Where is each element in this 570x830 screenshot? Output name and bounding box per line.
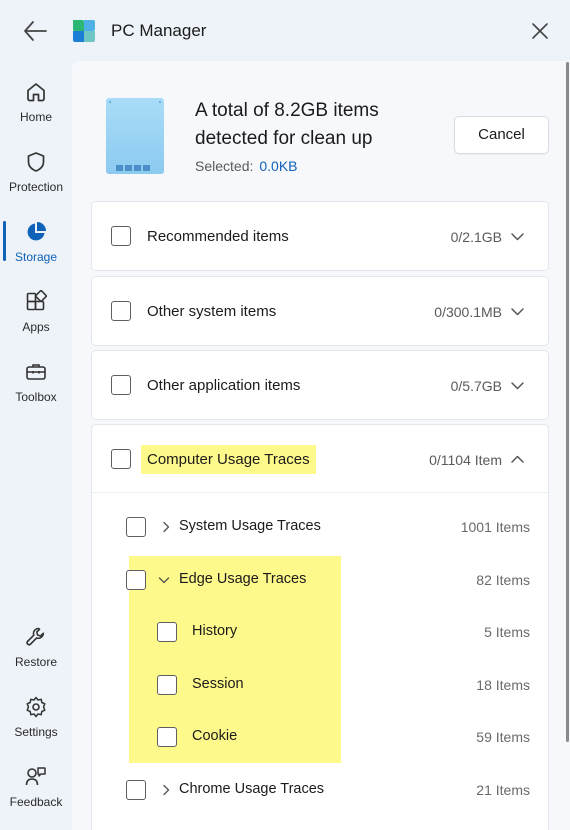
list-item-edge-usage-traces[interactable]: Edge Usage Traces 82 Items [92,554,550,606]
item-checkbox[interactable] [126,517,146,537]
highlight-marker: Computer Usage Traces [141,445,316,474]
chevron-right-icon[interactable] [160,784,172,796]
item-checkbox[interactable] [157,622,177,642]
feedback-icon [25,767,46,786]
pie-chart-icon [27,222,46,241]
sidebar-item-feedback[interactable]: Feedback [0,765,72,827]
category-header[interactable]: Recommended items 0/2.1GB [92,202,548,270]
close-button[interactable] [529,20,551,42]
apps-icon [26,290,47,311]
sidebar: Home Protection Storage Apps Toolbox Res… [0,62,72,830]
category-checkbox[interactable] [111,301,131,321]
sidebar-item-apps[interactable]: Apps [0,290,72,352]
cancel-button[interactable]: Cancel [454,116,549,154]
item-count: 21 Items [476,782,530,798]
category-size: 0/5.7GB [450,378,502,394]
chevron-down-icon[interactable] [158,574,170,586]
selected-value: 0.0KB [259,158,298,174]
list-item-system-usage-traces[interactable]: System Usage Traces 1001 Items [92,501,550,553]
sidebar-item-label: Protection [8,180,64,194]
item-label: Chrome Usage Traces [179,781,325,797]
item-label: History [192,623,238,639]
category-checkbox[interactable] [111,226,131,246]
category-label: Recommended items [147,228,289,245]
category-label: Computer Usage Traces [141,445,316,474]
category-header[interactable]: Computer Usage Traces 0/1104 Item [92,425,548,493]
item-checkbox[interactable] [126,780,146,800]
item-label: Cookie [192,728,238,744]
sidebar-item-label: Settings [14,725,58,739]
list-item-cookie[interactable]: Cookie 59 Items [92,711,550,763]
category-label: Other system items [147,303,277,320]
category-header[interactable]: Other application items 0/5.7GB [92,351,548,419]
item-count: 18 Items [476,677,530,693]
pc-manager-logo-icon [73,20,95,42]
sidebar-item-restore[interactable]: Restore [0,625,72,687]
toolbox-icon [26,364,46,380]
chevron-down-icon[interactable] [510,229,525,244]
category-size: 0/1104 Item [429,452,502,468]
shield-icon [27,152,45,172]
sidebar-item-home[interactable]: Home [0,80,72,142]
title-bar: PC Manager [0,0,570,62]
item-checkbox[interactable] [126,570,146,590]
close-icon [532,23,548,39]
app-title: PC Manager [111,21,207,40]
category-recommended-items[interactable]: Recommended items 0/2.1GB [91,201,549,271]
category-other-system-items[interactable]: Other system items 0/300.1MB [91,276,549,346]
list-item-history[interactable]: History 5 Items [92,606,550,658]
sidebar-item-toolbox[interactable]: Toolbox [0,360,72,422]
sidebar-item-storage[interactable]: Storage [0,220,72,282]
storage-cleanup-pane: A total of 8.2GB items detected for clea… [72,61,570,830]
scrollbar[interactable] [566,62,569,742]
selected-size: Selected: 0.0KB [195,158,298,174]
category-checkbox[interactable] [111,449,131,469]
sidebar-item-label: Feedback [9,795,63,809]
selected-label: Selected: [195,158,254,174]
chevron-down-icon[interactable] [510,304,525,319]
item-label: Session [192,676,244,692]
item-checkbox[interactable] [157,727,177,747]
list-item-session[interactable]: Session 18 Items [92,659,550,711]
sidebar-item-settings[interactable]: Settings [0,695,72,757]
gear-icon [26,696,46,718]
item-count: 82 Items [476,572,530,588]
sidebar-item-label: Apps [22,320,50,334]
back-arrow-icon [24,21,47,41]
sidebar-item-label: Storage [14,250,58,264]
item-count: 59 Items [476,729,530,745]
chevron-down-icon[interactable] [510,378,525,393]
item-label: System Usage Traces [179,518,321,534]
home-icon [27,83,45,102]
cleanup-total-headline: A total of 8.2GB items detected for clea… [195,100,379,149]
back-button[interactable] [22,19,48,43]
list-item-chrome-usage-traces[interactable]: Chrome Usage Traces 21 Items [92,764,550,816]
item-count: 1001 Items [460,519,530,535]
category-checkbox[interactable] [111,375,131,395]
item-label: Edge Usage Traces [179,571,307,587]
wrench-icon [26,627,45,646]
sidebar-item-label: Toolbox [15,390,57,404]
chevron-up-icon[interactable] [510,452,525,467]
item-checkbox[interactable] [157,675,177,695]
category-size: 0/2.1GB [450,229,502,245]
category-label: Other application items [147,377,301,394]
sidebar-item-label: Home [19,110,52,124]
sidebar-item-label: Restore [14,655,58,669]
category-computer-usage-traces[interactable]: Computer Usage Traces 0/1104 Item System… [91,424,549,830]
hard-drive-icon [106,98,164,174]
category-other-application-items[interactable]: Other application items 0/5.7GB [91,350,549,420]
category-size: 0/300.1MB [434,304,502,320]
sidebar-item-protection[interactable]: Protection [0,150,72,212]
category-header[interactable]: Other system items 0/300.1MB [92,277,548,345]
chevron-right-icon[interactable] [160,521,172,533]
item-count: 5 Items [484,624,530,640]
